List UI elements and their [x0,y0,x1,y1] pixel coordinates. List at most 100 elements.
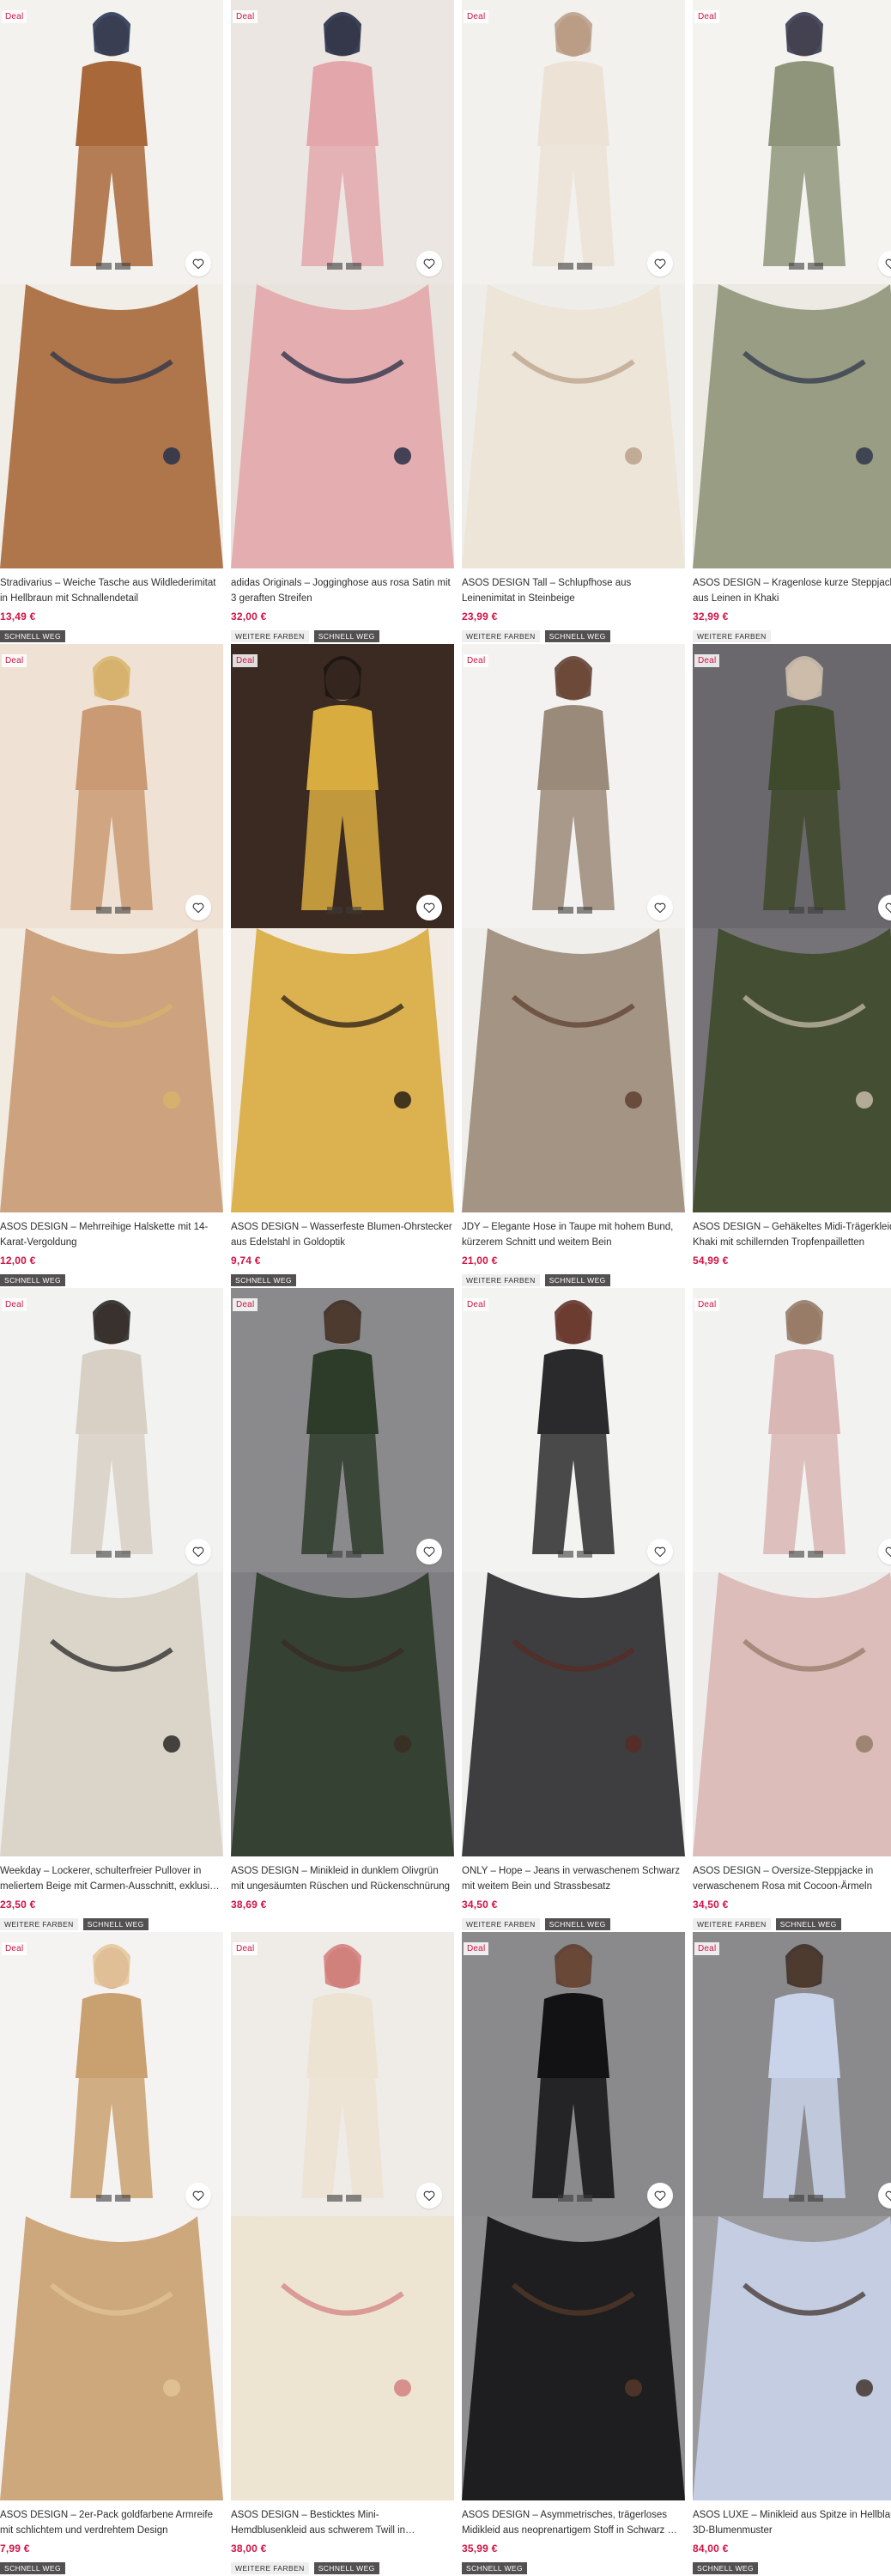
product-info: ONLY – Hope – Jeans in verwaschenem Schw… [462,1856,685,1930]
product-title[interactable]: ASOS DESIGN – Oversize-Steppjacke in ver… [693,1863,891,1894]
save-for-later-button[interactable] [185,251,211,276]
product-title[interactable]: ONLY – Hope – Jeans in verwaschenem Schw… [462,1863,685,1894]
save-for-later-button[interactable] [185,1539,211,1564]
save-for-later-button[interactable] [416,895,442,920]
product-title[interactable]: adidas Originals – Jogginghose aus rosa … [231,575,454,606]
save-for-later-button[interactable] [647,895,673,920]
product-title[interactable]: ASOS DESIGN – Wasserfeste Blumen-Ohrstec… [231,1219,454,1250]
product-card[interactable]: Deal ASOS DESIGN – Oversize-Steppjacke in… [693,1288,891,1932]
product-image-secondary [231,928,454,1212]
product-card[interactable]: Deal Stradivarius – Weiche Tasche aus Wil… [0,0,223,644]
product-card[interactable]: Deal ASOS DESIGN – Gehäkeltes Midi-Träger… [693,644,891,1288]
deal-badge: Deal [464,1298,489,1311]
product-card[interactable]: Deal Weekday – Lockerer, schulterfreier P… [0,1288,223,1932]
product-image-link[interactable]: Deal [0,1932,223,2500]
product-title[interactable]: JDY – Elegante Hose in Taupe mit hohem B… [462,1219,685,1250]
save-for-later-button[interactable] [416,251,442,276]
save-for-later-button[interactable] [647,2183,673,2208]
product-title[interactable]: ASOS DESIGN – Kragenlose kurze Steppjack… [693,575,891,606]
product-image-link[interactable]: Deal [693,1288,891,1856]
product-title[interactable]: ASOS DESIGN – Gehäkeltes Midi-Trägerklei… [693,1219,891,1250]
product-image-primary [693,1932,891,2216]
heart-outline-icon [885,1546,891,1558]
product-image-primary [231,644,454,928]
heart-outline-icon [192,1546,204,1558]
save-for-later-button[interactable] [647,1539,673,1564]
heart-outline-icon [192,258,204,270]
product-card[interactable]: Deal ASOS DESIGN – Asymmetrisches, träger… [462,1932,685,2576]
selling-fast-badge: SCHNELL WEG [544,1274,610,1286]
product-image-art [462,928,685,1212]
product-image-link[interactable]: Deal [0,0,223,568]
deal-badge: Deal [694,654,720,667]
product-image-secondary [0,928,223,1212]
heart-outline-icon [423,2190,435,2202]
product-card[interactable]: Deal ASOS DESIGN – Minikleid in dunklem O… [231,1288,454,1932]
product-image-link[interactable]: Deal [693,1932,891,2500]
save-for-later-button[interactable] [185,895,211,920]
product-card[interactable]: Deal ASOS LUXE – Minikleid aus Spitze in … [693,1932,891,2576]
product-title[interactable]: ASOS DESIGN Tall – Schlupfhose aus Leine… [462,575,685,606]
product-badges: SCHNELL WEG [231,1274,454,1286]
product-image-link[interactable]: Deal [693,644,891,1212]
selling-fast-badge: SCHNELL WEG [693,2562,758,2574]
product-image-link[interactable]: Deal [462,1932,685,2500]
deal-badge: Deal [233,654,258,667]
product-card[interactable]: Deal ASOS DESIGN – Kragenlose kurze Stepp… [693,0,891,644]
product-image-primary [231,1288,454,1572]
product-card[interactable]: Deal ASOS DESIGN Tall – Schlupfhose aus L… [462,0,685,644]
product-card[interactable]: Deal ASOS DESIGN – Mehrreihige Halskette … [0,644,223,1288]
deal-badge: Deal [233,10,258,23]
product-image-primary [0,0,223,284]
product-image-link[interactable]: Deal [462,0,685,568]
product-title[interactable]: ASOS DESIGN – 2er-Pack goldfarbene Armre… [0,2507,223,2538]
selling-fast-badge: SCHNELL WEG [0,630,65,642]
product-title[interactable]: ASOS DESIGN – Asymmetrisches, trägerlose… [462,2507,685,2538]
deal-badge: Deal [464,654,489,667]
product-title[interactable]: ASOS DESIGN – Minikleid in dunklem Olivg… [231,1863,454,1894]
selling-fast-badge: SCHNELL WEG [313,630,379,642]
product-title[interactable]: Weekday – Lockerer, schulterfreier Pullo… [0,1863,223,1894]
product-image-link[interactable]: Deal [231,0,454,568]
product-card[interactable]: Deal ASOS DESIGN – Wasserfeste Blumen-Ohr… [231,644,454,1288]
save-for-later-button[interactable] [647,251,673,276]
product-price: 32,99 € [693,611,729,623]
product-title[interactable]: ASOS DESIGN – Besticktes Mini-Hemdblusen… [231,2507,454,2538]
product-badges: WEITERE FARBEN SCHNELL WEG [231,630,454,642]
product-title[interactable]: Stradivarius – Weiche Tasche aus Wildled… [0,575,223,606]
deal-badge: Deal [2,654,27,667]
product-image-link[interactable]: Deal [462,644,685,1212]
product-price: 54,99 € [693,1255,729,1267]
product-title[interactable]: ASOS LUXE – Minikleid aus Spitze in Hell… [693,2507,891,2538]
product-image-link[interactable]: Deal [231,644,454,1212]
product-image-link[interactable]: Deal [231,1288,454,1856]
product-image-art [462,644,685,928]
product-card[interactable]: Deal JDY – Elegante Hose in Taupe mit hoh… [462,644,685,1288]
deal-badge: Deal [694,10,720,23]
product-card[interactable]: Deal adidas Originals – Jogginghose aus r… [231,0,454,644]
product-image-secondary [0,1572,223,1856]
product-info: ASOS DESIGN – Minikleid in dunklem Olivg… [231,1856,454,1918]
product-image-link[interactable]: Deal [231,1932,454,2500]
deal-badge: Deal [464,1942,489,1955]
more-colours-badge: WEITERE FARBEN [231,2562,309,2574]
product-image-link[interactable]: Deal [0,1288,223,1856]
product-card[interactable]: Deal ASOS DESIGN – Besticktes Mini-Hemdbl… [231,1932,454,2576]
save-for-later-button[interactable] [416,1539,442,1564]
product-image-link[interactable]: Deal [693,0,891,568]
product-image-link[interactable]: Deal [462,1288,685,1856]
save-for-later-button[interactable] [416,2183,442,2208]
save-for-later-button[interactable] [185,2183,211,2208]
product-image-art [0,1932,223,2216]
product-image-primary [231,0,454,284]
more-colours-badge: WEITERE FARBEN [462,1274,540,1286]
product-title[interactable]: ASOS DESIGN – Mehrreihige Halskette mit … [0,1219,223,1250]
product-badges: WEITERE FARBEN SCHNELL WEG [462,630,685,642]
product-image-secondary [693,928,891,1212]
more-colours-badge: WEITERE FARBEN [231,630,309,642]
product-card[interactable]: Deal ONLY – Hope – Jeans in verwaschenem … [462,1288,685,1932]
product-card[interactable]: Deal ASOS DESIGN – 2er-Pack goldfarbene A… [0,1932,223,2576]
product-image-link[interactable]: Deal [0,644,223,1212]
product-image-secondary [462,284,685,568]
selling-fast-badge: SCHNELL WEG [462,2562,527,2574]
